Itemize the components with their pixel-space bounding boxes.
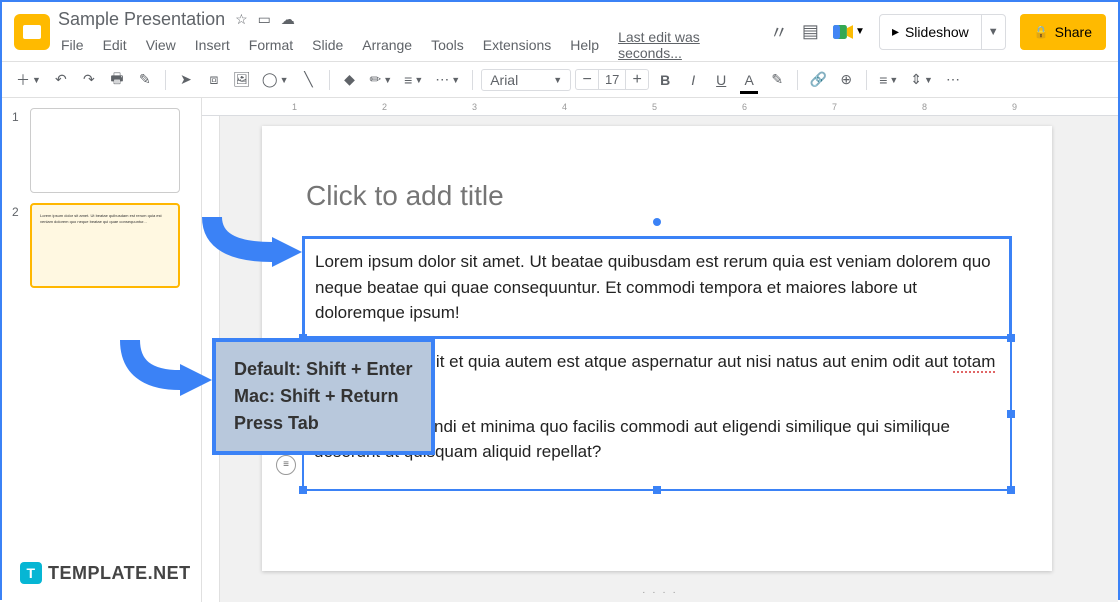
fill-color-button[interactable]: ◆ — [338, 67, 362, 93]
title-placeholder[interactable]: Click to add title — [302, 176, 1012, 216]
font-size-inc[interactable]: + — [626, 71, 648, 89]
add-comment-button[interactable]: ⊕ — [834, 67, 858, 93]
slideshow-dropdown[interactable]: ▼ — [982, 26, 1005, 38]
shape-tool[interactable]: ◯ ▼ — [258, 71, 293, 88]
menu-format[interactable]: Format — [246, 35, 296, 55]
slide-thumbnail-1[interactable] — [30, 108, 180, 193]
paint-format-button[interactable]: ✎ — [133, 67, 157, 93]
tab-indicator-icon[interactable]: ≡ — [276, 455, 296, 475]
cloud-icon[interactable]: ☁ — [281, 11, 295, 28]
menu-edit[interactable]: Edit — [100, 35, 130, 55]
watermark-icon: T — [20, 562, 42, 584]
last-edit[interactable]: Last edit was seconds... — [615, 27, 770, 63]
resize-handle[interactable] — [653, 486, 661, 494]
separator — [797, 70, 798, 90]
border-dash-button[interactable]: ⋯ ▼ — [431, 71, 464, 88]
undo-button[interactable]: ↶ — [49, 67, 73, 93]
italic-button[interactable]: I — [681, 67, 705, 93]
slideshow-label: Slideshow — [905, 24, 969, 40]
menu-slide[interactable]: Slide — [309, 35, 346, 55]
new-slide-button[interactable]: ＋ ▼ — [12, 70, 45, 90]
insert-link-button[interactable]: 🔗 — [806, 67, 830, 93]
slideshow-button[interactable]: ▸ Slideshow — [880, 15, 982, 49]
text-color-button[interactable]: A — [737, 67, 761, 93]
font-size-group: − 17 + — [575, 69, 649, 90]
watermark-text: TEMPLATE.NET — [48, 563, 191, 584]
comment-icon[interactable]: ▤ — [802, 21, 819, 42]
separator — [165, 70, 166, 90]
thumb-num: 2 — [12, 203, 24, 288]
slides-logo-icon[interactable] — [14, 14, 50, 50]
separator — [329, 70, 330, 90]
redo-button[interactable]: ↷ — [77, 67, 101, 93]
callout-arrow-icon — [202, 207, 312, 267]
menu-help[interactable]: Help — [567, 35, 602, 55]
align-button[interactable]: ≡ ▼ — [875, 72, 902, 88]
lock-icon: 🔒 — [1034, 25, 1049, 39]
slide-thumbnail-2[interactable]: Lorem ipsum dolor sit amet. Ut beatae qu… — [30, 203, 180, 288]
resize-handle[interactable] — [299, 486, 307, 494]
tip-line-1: Default: Shift + Enter — [234, 356, 413, 383]
print-button[interactable]: 🖶 — [105, 67, 129, 93]
tip-callout: Default: Shift + Enter Mac: Shift + Retu… — [212, 338, 435, 455]
rotation-handle[interactable] — [653, 218, 661, 226]
thumb-row-1: 1 — [12, 108, 191, 193]
horizontal-ruler: 1 2 3 4 5 6 7 8 9 — [202, 98, 1118, 116]
doc-title[interactable]: Sample Presentation — [58, 9, 225, 30]
meet-button[interactable]: ▼ — [833, 16, 865, 48]
menu-insert[interactable]: Insert — [192, 35, 233, 55]
font-select[interactable]: Arial ▼ — [481, 69, 571, 91]
separator — [472, 70, 473, 90]
title-area: Sample Presentation ☆ ▭ ☁ File Edit View… — [58, 7, 770, 57]
resize-handle[interactable] — [1007, 410, 1015, 418]
tip-line-3: Press Tab — [234, 410, 413, 437]
header-right: 〃 ▤ ▼ ▸ Slideshow ▼ 🔒 Share — [770, 14, 1106, 50]
resize-handle[interactable] — [1007, 486, 1015, 494]
border-weight-button[interactable]: ≡ ▼ — [400, 72, 427, 88]
watermark: T TEMPLATE.NET — [20, 562, 191, 584]
share-label: Share — [1055, 24, 1092, 40]
bottom-dots: · · · · — [642, 587, 678, 598]
line-tool[interactable]: ╲ — [297, 67, 321, 93]
font-name: Arial — [490, 72, 518, 88]
font-size-dec[interactable]: − — [576, 71, 598, 89]
share-button[interactable]: 🔒 Share — [1020, 14, 1106, 50]
select-tool[interactable]: ➤ — [174, 67, 198, 93]
body-text-paragraph-1[interactable]: Lorem ipsum dolor sit amet. Ut beatae qu… — [302, 236, 1012, 339]
titlebar: Sample Presentation ☆ ▭ ☁ File Edit View… — [2, 2, 1118, 62]
bold-button[interactable]: B — [653, 67, 677, 93]
tip-line-2: Mac: Shift + Return — [234, 383, 413, 410]
slideshow-group: ▸ Slideshow ▼ — [879, 14, 1006, 50]
more-button[interactable]: ⋯ — [941, 67, 965, 93]
menu-arrange[interactable]: Arrange — [359, 35, 415, 55]
menu-extensions[interactable]: Extensions — [480, 35, 554, 55]
move-folder-icon[interactable]: ▭ — [258, 11, 271, 28]
menu-tools[interactable]: Tools — [428, 35, 467, 55]
callout-arrow-icon — [120, 330, 220, 400]
history-icon[interactable]: 〃 — [770, 19, 788, 45]
menu-bar: File Edit View Insert Format Slide Arran… — [58, 33, 770, 57]
resize-handle[interactable] — [1007, 334, 1015, 342]
menu-file[interactable]: File — [58, 35, 87, 55]
line-spacing-button[interactable]: ⇕ ▼ — [906, 71, 937, 88]
star-icon[interactable]: ☆ — [235, 11, 248, 28]
border-color-button[interactable]: ✏ ▼ — [366, 71, 397, 88]
font-size-input[interactable]: 17 — [598, 70, 626, 89]
thumb-num: 1 — [12, 108, 24, 193]
underline-button[interactable]: U — [709, 67, 733, 93]
play-icon: ▸ — [892, 23, 899, 40]
textbox-tool[interactable]: ⧈ — [202, 67, 226, 93]
menu-view[interactable]: View — [143, 35, 179, 55]
toolbar: ＋ ▼ ↶ ↷ 🖶 ✎ ➤ ⧈ 🖼 ◯ ▼ ╲ ◆ ✏ ▼ ≡ ▼ ⋯ ▼ Ar… — [2, 62, 1118, 98]
highlight-button[interactable]: ✎ — [765, 67, 789, 93]
separator — [866, 70, 867, 90]
thumb-row-2: 2 Lorem ipsum dolor sit amet. Ut beatae … — [12, 203, 191, 288]
image-tool[interactable]: 🖼 — [230, 67, 254, 93]
